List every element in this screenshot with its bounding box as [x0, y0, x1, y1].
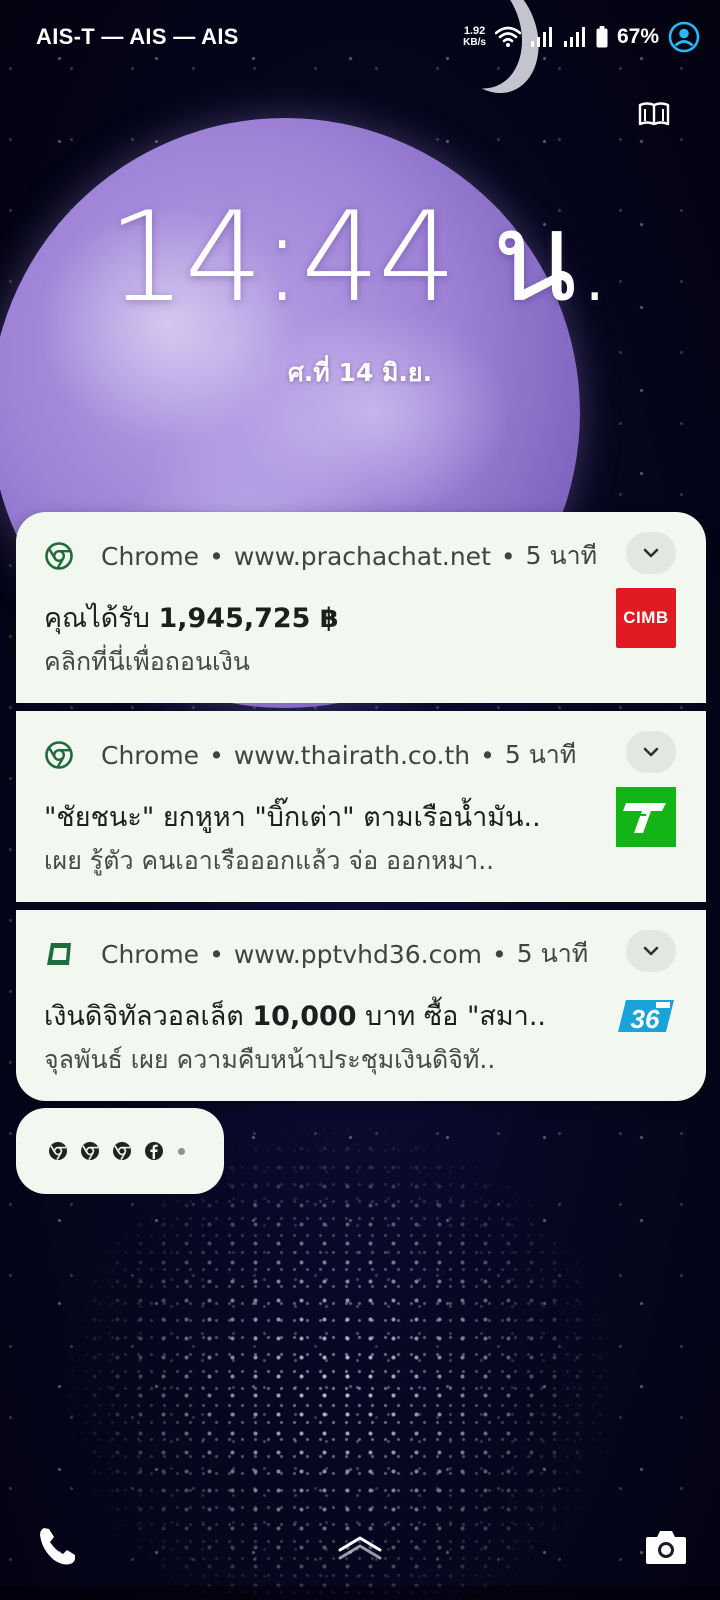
- notification-source: www.prachachat.net: [233, 541, 491, 571]
- notification-app: Chrome: [101, 541, 200, 571]
- facebook-icon: [145, 1142, 163, 1160]
- network-speed-unit: KB/s: [463, 37, 486, 48]
- notification-time: 5 นาที: [504, 740, 577, 769]
- title-text: คุณได้รับ: [44, 603, 159, 634]
- title-text: "ชัยชนะ" ยกหูหา "บิ๊กเต่า" ตามเรือน้ำมัน…: [44, 802, 541, 833]
- separator-dot: •: [209, 740, 224, 770]
- status-bar: AIS-T — AIS — AIS 1.92 KB/s 67%: [0, 0, 720, 74]
- notification-header: Chrome • www.pptvhd36.com • 5 นาที: [44, 934, 588, 974]
- signal-icon: [563, 26, 587, 48]
- notification-time: 5 นาที: [525, 541, 598, 570]
- notification-card[interactable]: Chrome • www.prachachat.net • 5 นาที คุณ…: [16, 512, 706, 703]
- notification-title: เงินดิจิทัลวอลเล็ต 10,000 บาท ซื้อ "สมา.…: [44, 994, 614, 1037]
- notification-app: Chrome: [101, 939, 200, 969]
- notification-header: Chrome • www.thairath.co.th • 5 นาที: [44, 735, 576, 775]
- signal-icon: [530, 26, 554, 48]
- notification-text: จุลพันธ์ เผย ความคืบหน้าประชุมเงินดิจิทั…: [44, 1045, 496, 1074]
- expand-button[interactable]: [626, 731, 676, 773]
- title-text-end: บาท ซื้อ "สมา..: [356, 1001, 547, 1032]
- separator-dot: •: [209, 541, 224, 571]
- notification-source: www.thairath.co.th: [233, 740, 471, 770]
- notification-text: คลิกที่นี่เพื่อถอนเงิน: [44, 647, 250, 676]
- notification-title: คุณได้รับ 1,945,725 ฿: [44, 596, 614, 639]
- separator-dot: •: [480, 740, 495, 770]
- camera-icon[interactable]: [644, 1528, 688, 1566]
- lock-screen: AIS-T — AIS — AIS 1.92 KB/s 67% 14:44 น.…: [0, 0, 720, 1600]
- notification-card[interactable]: Chrome • www.pptvhd36.com • 5 นาที เงินด…: [16, 910, 706, 1101]
- thairath-logo: [616, 787, 676, 847]
- chevron-up-icon[interactable]: [334, 1528, 386, 1560]
- carrier-name: AIS-T — AIS — AIS: [36, 24, 239, 49]
- chrome-icon: [44, 541, 74, 571]
- network-speed-value: 1.92: [463, 25, 486, 37]
- phone-icon[interactable]: [36, 1524, 80, 1568]
- notification-text: เผย รู้ตัว คนเอาเรือออกแล้ว จ่อ ออกหมา..: [44, 846, 495, 875]
- notification-title: "ชัยชนะ" ยกหูหา "บิ๊กเต่า" ตามเรือน้ำมัน…: [44, 795, 614, 838]
- title-amount: 1,945,725 ฿: [158, 603, 339, 634]
- expand-button[interactable]: [626, 532, 676, 574]
- pptv-app-icon: [44, 939, 74, 969]
- separator-dot: •: [209, 939, 224, 969]
- title-amount: 10,000: [252, 1001, 357, 1032]
- chrome-icon: [44, 740, 74, 770]
- svg-text:36: 36: [631, 1004, 660, 1034]
- chevron-down-icon: [643, 548, 659, 558]
- pptv-logo: 36: [616, 986, 676, 1046]
- battery-icon: [596, 26, 608, 48]
- wifi-icon: [494, 26, 521, 48]
- expand-button[interactable]: [626, 930, 676, 972]
- chevron-down-icon: [643, 747, 659, 757]
- notification-card[interactable]: Chrome • www.thairath.co.th • 5 นาที "ชั…: [16, 711, 706, 902]
- bottom-nav-strip: [0, 1586, 720, 1600]
- battery-percent: 67%: [616, 25, 659, 48]
- notification-overflow-chip[interactable]: [16, 1108, 224, 1194]
- lock-clock: 14:44 น.: [107, 186, 615, 330]
- notification-header: Chrome • www.prachachat.net • 5 นาที: [44, 536, 597, 576]
- network-speed: 1.92 KB/s: [463, 25, 486, 49]
- chrome-icon: [81, 1142, 99, 1161]
- account-icon[interactable]: [668, 21, 700, 53]
- notification-stack: Chrome • www.prachachat.net • 5 นาที คุณ…: [16, 512, 706, 1101]
- lock-date: ศ.ที่ 14 มิ.ย.: [287, 358, 433, 387]
- status-icons: 1.92 KB/s 67%: [463, 20, 700, 54]
- notification-time: 5 นาที: [516, 939, 589, 968]
- book-icon[interactable]: [638, 102, 674, 132]
- separator-dot: •: [492, 939, 507, 969]
- more-notifications-dot: [178, 1147, 185, 1155]
- chrome-icon: [113, 1142, 131, 1161]
- cimb-logo: CIMB: [616, 588, 676, 648]
- notification-app: Chrome: [101, 740, 200, 770]
- notification-source: www.pptvhd36.com: [233, 939, 483, 969]
- chrome-icon: [49, 1142, 67, 1161]
- chevron-down-icon: [643, 946, 659, 956]
- separator-dot: •: [500, 541, 516, 571]
- title-text: เงินดิจิทัลวอลเล็ต: [44, 1001, 253, 1032]
